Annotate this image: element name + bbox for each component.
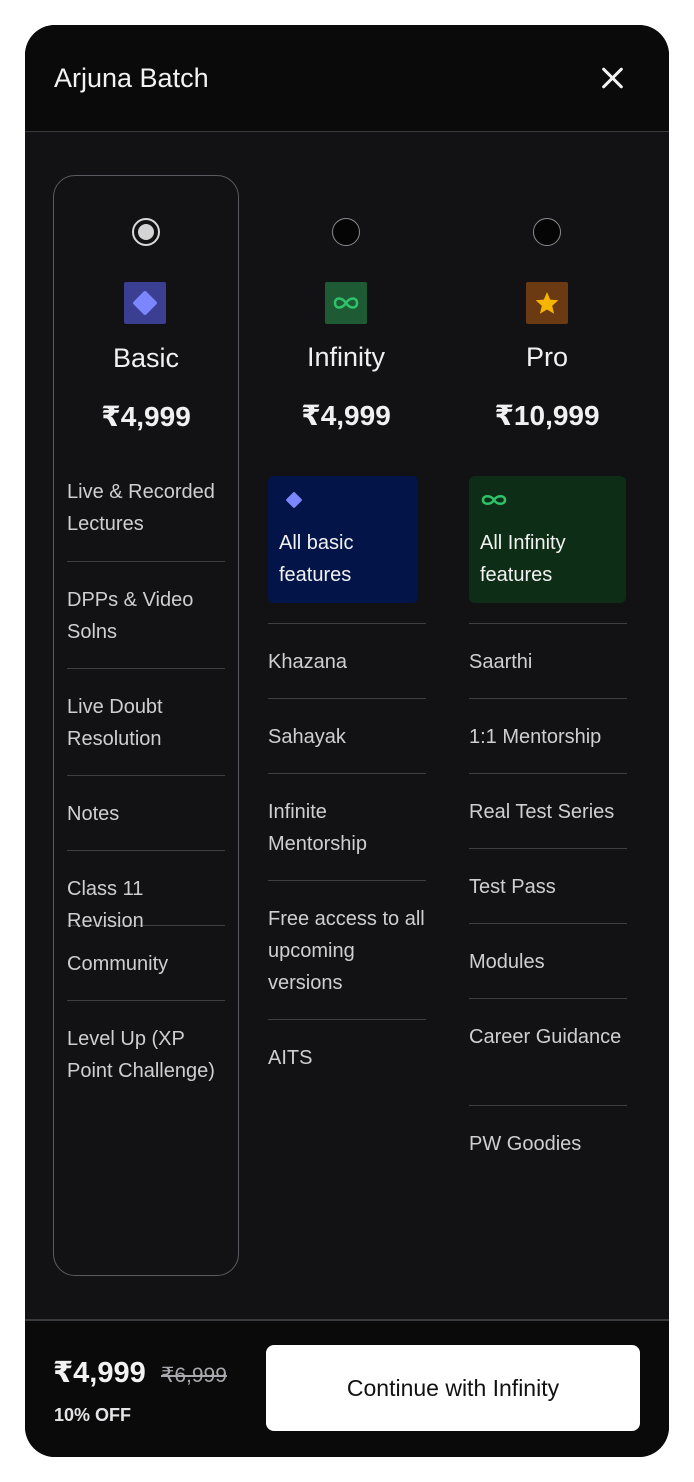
modal-footer: ₹4,999 ₹6,999 10% OFF Continue with Infi…	[25, 1319, 669, 1457]
list-item: Class 11 Revision	[67, 851, 225, 932]
plan-selection-modal: Arjuna Batch Basic ₹4,999 Live & Recorde…	[25, 25, 669, 1457]
list-item: Infinite Mentorship	[268, 774, 426, 881]
list-item: Modules	[469, 924, 627, 999]
plan-column-basic[interactable]: Basic ₹4,999 Live & Recorded Lectures DP…	[53, 175, 239, 1276]
plan-price-pro: ₹10,999	[494, 400, 600, 431]
plan-radio-infinity[interactable]	[332, 218, 360, 246]
list-item: Real Test Series	[469, 774, 627, 849]
list-item: Live & Recorded Lectures	[67, 476, 225, 562]
list-item: Test Pass	[469, 849, 627, 924]
all-infinity-features-card: All Infinity features	[469, 476, 626, 603]
list-item: Live Doubt Resolution	[67, 669, 225, 776]
plan-price-basic: ₹4,999	[101, 401, 191, 432]
list-item: Free access to all upcoming versions	[268, 881, 426, 1020]
list-item: Level Up (XP Point Challenge)	[67, 1028, 215, 1082]
plan-name-basic: Basic	[112, 343, 180, 373]
list-item: 1:1 Mentorship	[469, 699, 627, 774]
star-icon	[526, 282, 568, 324]
list-item: PW Goodies	[469, 1133, 582, 1155]
list-item: Community	[67, 926, 225, 1001]
infinity-icon	[325, 282, 367, 324]
discount-badge: 10% OFF	[54, 1405, 132, 1425]
plan-name-pro: Pro	[525, 342, 569, 372]
plan-name-infinity: Infinity	[306, 342, 386, 372]
feature-list-pro: Saarthi 1:1 Mentorship Real Test Series …	[469, 623, 627, 1181]
plan-radio-basic[interactable]	[132, 218, 160, 246]
list-item: Khazana	[268, 624, 426, 699]
list-item: Notes	[67, 776, 225, 851]
diamond-icon	[124, 282, 166, 324]
list-item: DPPs & Video Solns	[67, 562, 225, 669]
original-price: ₹6,999	[161, 1364, 227, 1387]
card-text: All Infinity features	[480, 532, 566, 586]
plan-radio-pro[interactable]	[533, 218, 561, 246]
all-basic-features-card: All basic features	[268, 476, 418, 603]
diamond-icon	[284, 490, 304, 510]
modal-header: Arjuna Batch	[25, 25, 669, 132]
modal-title: Arjuna Batch	[54, 63, 209, 93]
card-text: All basic features	[279, 532, 354, 586]
feature-list-basic: Live & Recorded Lectures DPPs & Video So…	[67, 476, 225, 1087]
feature-list-infinity: Khazana Sahayak Infinite Mentorship Free…	[268, 623, 426, 1095]
list-item: Sahayak	[268, 699, 426, 774]
list-item: Career Guidance	[469, 999, 627, 1106]
list-item: Saarthi	[469, 624, 627, 699]
list-item: AITS	[268, 1047, 313, 1069]
continue-button[interactable]: Continue with Infinity	[266, 1345, 640, 1431]
infinity-icon	[479, 490, 509, 510]
final-price: ₹4,999	[53, 1357, 146, 1389]
plan-price-infinity: ₹4,999	[301, 400, 391, 431]
close-icon[interactable]	[595, 61, 629, 95]
